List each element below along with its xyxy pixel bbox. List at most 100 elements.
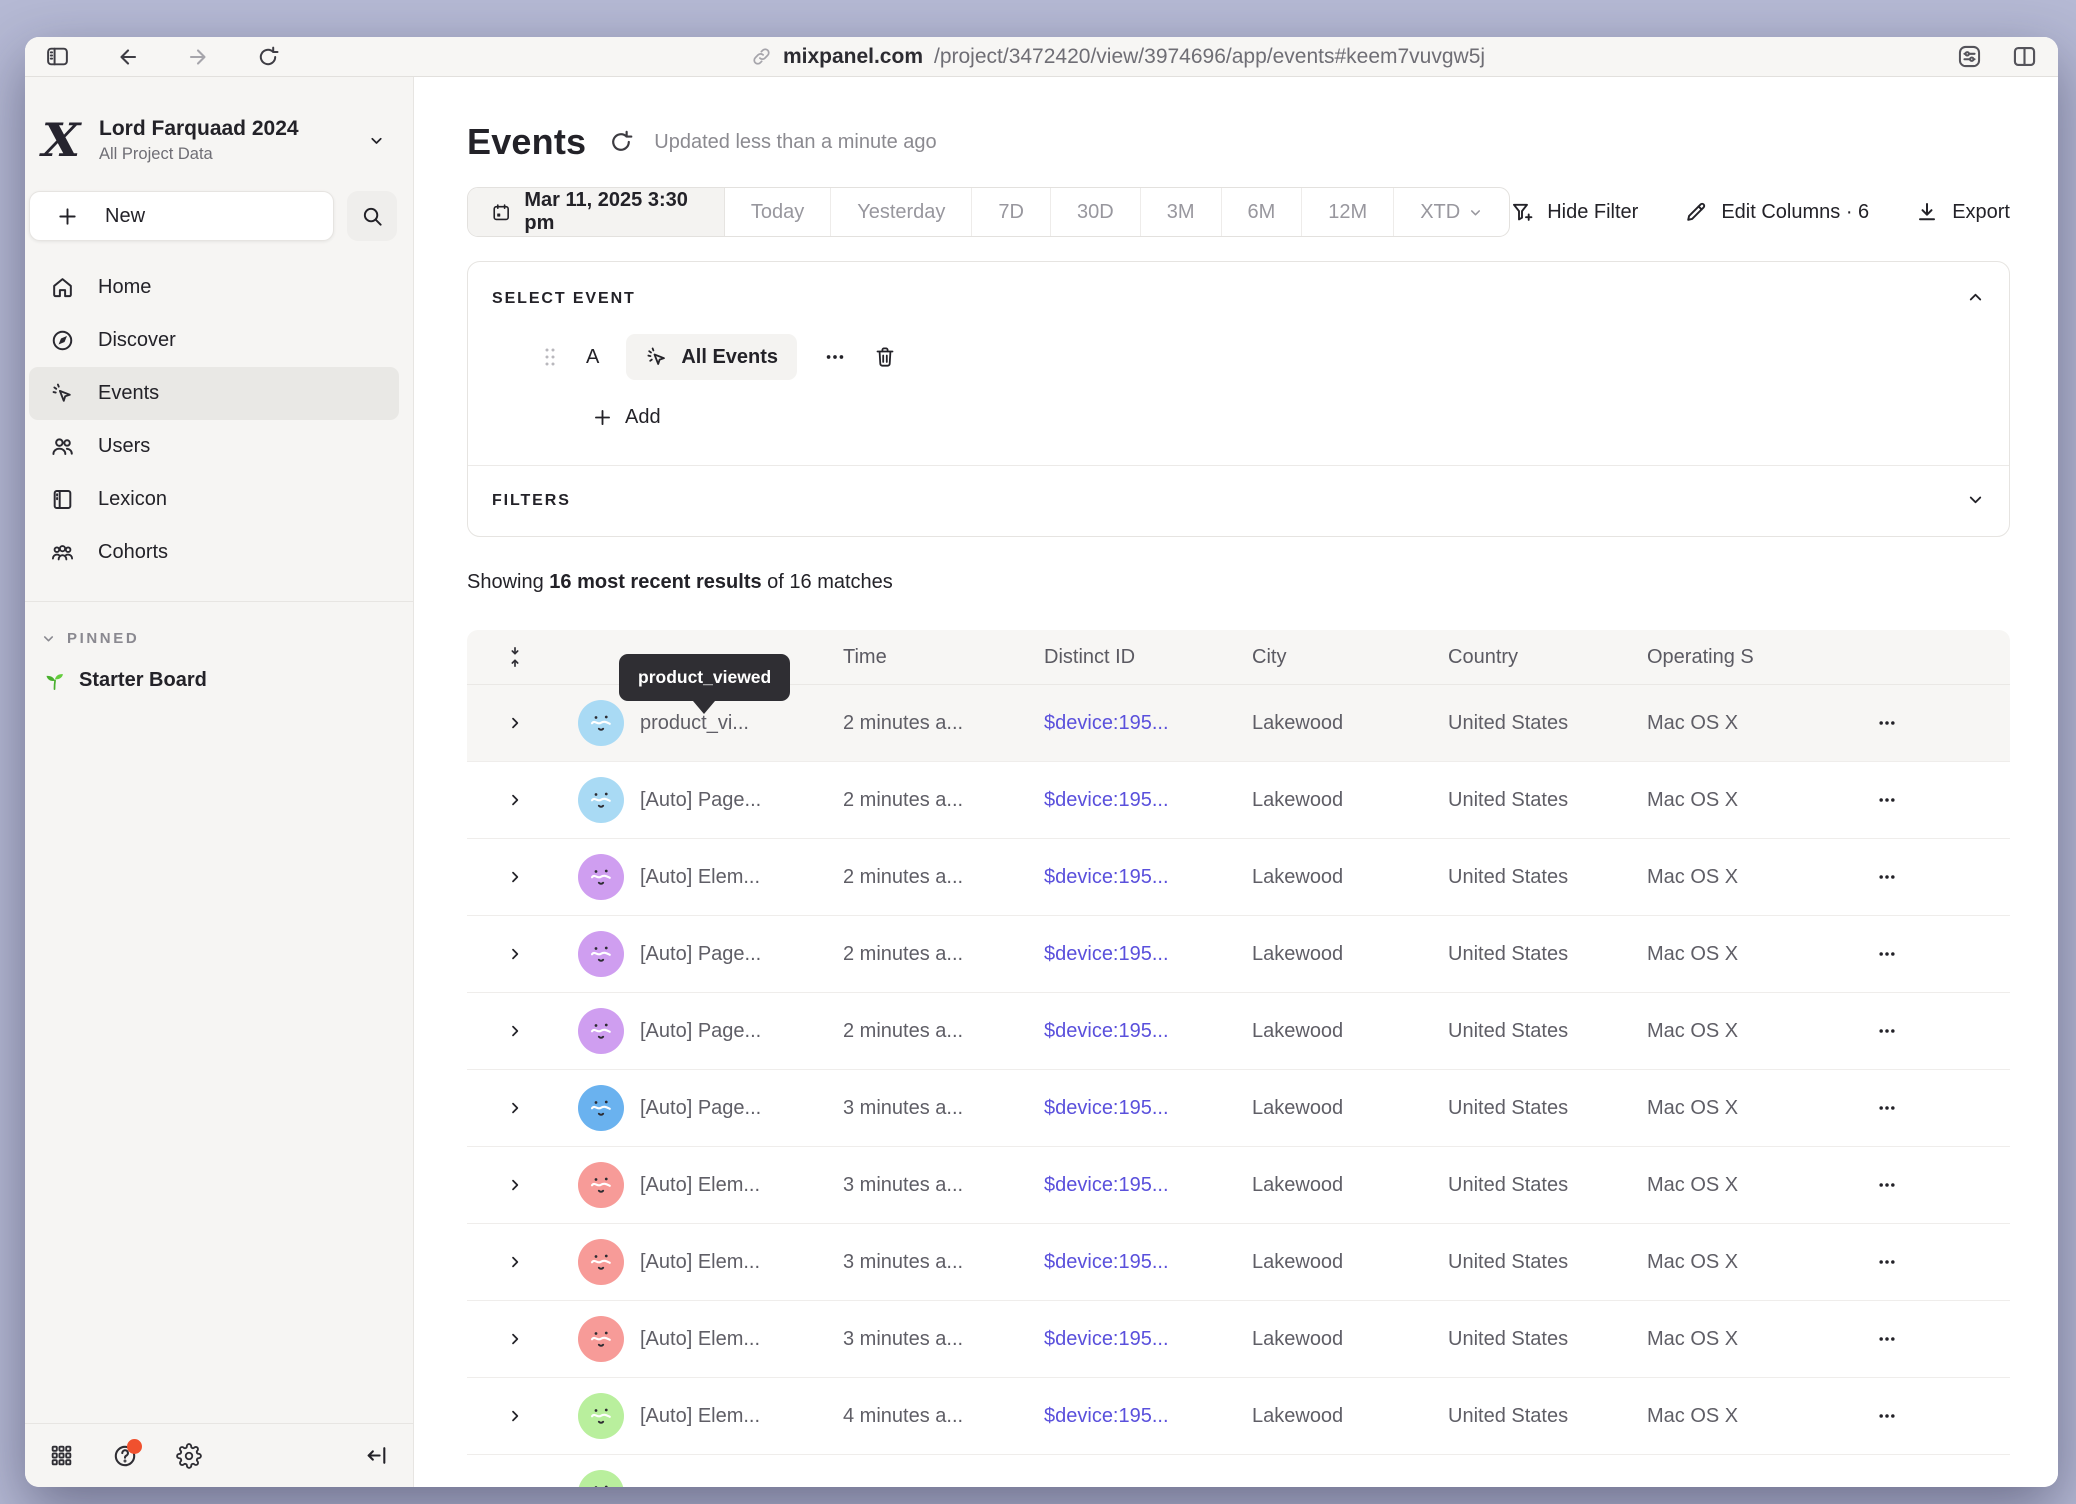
distinct-id-link[interactable]: $device:195... (1044, 1020, 1252, 1043)
collapse-section-icon[interactable] (1966, 288, 1985, 307)
range-7d[interactable]: 7D (971, 188, 1050, 236)
page-settings-icon[interactable] (1956, 43, 1983, 70)
row-more-options-icon[interactable] (1847, 1329, 2010, 1349)
browser-toolbar: mixpanel.com/project/3472420/view/397469… (25, 37, 2058, 77)
sidebar-item-home[interactable]: Home (29, 261, 399, 314)
sidebar-toggle-icon[interactable] (45, 44, 70, 69)
os-cell: Mac OS X (1647, 866, 1847, 889)
expand-row-icon[interactable] (507, 1177, 523, 1193)
event-name-cell: [Auto] Elem... (640, 1174, 843, 1197)
range-xtd[interactable]: XTD (1393, 188, 1509, 236)
search-button[interactable] (347, 191, 397, 241)
expand-row-icon[interactable] (507, 1408, 523, 1424)
sidebar: X Lord Farquaad 2024 All Project Data Ne… (25, 77, 414, 1487)
expand-row-icon[interactable] (507, 1331, 523, 1347)
split-view-icon[interactable] (2011, 43, 2038, 70)
distinct-id-link[interactable]: $device:195... (1044, 1251, 1252, 1274)
help-button[interactable] (112, 1443, 138, 1469)
date-picker[interactable]: Mar 11, 2025 3:30 pm (468, 188, 725, 236)
pinned-section-header[interactable]: PINNED (25, 602, 413, 653)
expand-row-icon[interactable] (507, 715, 523, 731)
os-cell: Mac OS X (1647, 789, 1847, 812)
project-selector[interactable]: X Lord Farquaad 2024 All Project Data (25, 77, 413, 189)
new-button[interactable]: New (29, 191, 334, 241)
time-cell: 3 minutes a... (843, 1251, 1044, 1274)
row-more-options-icon[interactable] (1847, 713, 2010, 733)
sidebar-item-label: Home (98, 276, 151, 299)
expand-row-icon[interactable] (507, 792, 523, 808)
range-12m[interactable]: 12M (1301, 188, 1393, 236)
refresh-icon[interactable] (608, 129, 634, 155)
range-today[interactable]: Today (725, 188, 830, 236)
sidebar-item-discover[interactable]: Discover (29, 314, 399, 367)
export-button[interactable]: Export (1915, 200, 2010, 224)
sidebar-item-events[interactable]: Events (29, 367, 399, 420)
reload-icon[interactable] (256, 45, 280, 69)
delete-icon[interactable] (873, 345, 897, 369)
download-icon (1915, 200, 1939, 224)
row-more-options-icon[interactable] (1847, 944, 2010, 964)
apps-grid-icon[interactable] (49, 1443, 74, 1468)
row-more-options-icon[interactable] (1847, 1175, 2010, 1195)
distinct-id-link[interactable]: $device:195... (1044, 1328, 1252, 1351)
range-6m[interactable]: 6M (1221, 188, 1302, 236)
distinct-id-link[interactable]: $device:195... (1044, 1405, 1252, 1428)
chevron-down-icon[interactable] (368, 132, 385, 149)
expand-row-icon[interactable] (507, 869, 523, 885)
event-query-row: A All Events (541, 334, 1985, 380)
more-options-icon[interactable] (824, 346, 846, 368)
notification-dot (127, 1439, 142, 1454)
column-header-time: Time (843, 646, 1044, 669)
range-3m[interactable]: 3M (1140, 188, 1221, 236)
distinct-id-link[interactable]: $device:195... (1044, 943, 1252, 966)
os-cell: Mac OS X (1647, 1020, 1847, 1043)
row-more-options-icon[interactable] (1847, 1252, 2010, 1272)
edit-columns-button[interactable]: Edit Columns · 6 (1684, 200, 1869, 224)
row-more-options-icon[interactable] (1847, 867, 2010, 887)
expand-row-icon[interactable] (507, 1100, 523, 1116)
range-yesterday[interactable]: Yesterday (830, 188, 971, 236)
url-path: /project/3472420/view/3974696/app/events… (934, 45, 1485, 69)
event-name-tooltip: product_viewed (619, 654, 790, 701)
sidebar-item-lexicon[interactable]: Lexicon (29, 473, 399, 526)
time-cell: 2 minutes a... (843, 789, 1044, 812)
home-icon (50, 275, 75, 300)
hide-filter-button[interactable]: Hide Filter (1510, 200, 1638, 224)
sidebar-item-cohorts[interactable]: Cohorts (29, 526, 399, 579)
row-more-options-icon[interactable] (1847, 790, 2010, 810)
sidebar-item-starter-board[interactable]: Starter Board (25, 653, 413, 708)
collapse-rows-icon[interactable] (505, 645, 525, 669)
row-more-options-icon[interactable] (1847, 1406, 2010, 1426)
cohorts-icon (50, 540, 75, 565)
collapse-sidebar-icon[interactable] (364, 1443, 389, 1468)
expand-row-icon[interactable] (507, 1023, 523, 1039)
sidebar-item-users[interactable]: Users (29, 420, 399, 473)
sidebar-item-label: Events (98, 382, 159, 405)
expand-row-icon[interactable] (507, 1485, 523, 1487)
row-more-options-icon[interactable] (1847, 1483, 2010, 1487)
add-event-button[interactable]: Add (592, 406, 1985, 429)
distinct-id-link[interactable]: $device:195... (1044, 712, 1252, 735)
distinct-id-link[interactable]: $device:195... (1044, 789, 1252, 812)
distinct-id-link[interactable]: $device:195... (1044, 1174, 1252, 1197)
url-bar[interactable]: mixpanel.com/project/3472420/view/397469… (280, 45, 1956, 69)
event-avatar (578, 854, 624, 900)
date-range-control: Mar 11, 2025 3:30 pm Today Yesterday 7D … (467, 187, 1510, 237)
event-avatar (578, 1162, 624, 1208)
row-more-options-icon[interactable] (1847, 1021, 2010, 1041)
settings-gear-icon[interactable] (176, 1443, 202, 1469)
country-cell: United States (1448, 1097, 1647, 1120)
expand-section-icon[interactable] (1966, 490, 1985, 509)
expand-row-icon[interactable] (507, 946, 523, 962)
drag-handle-icon[interactable] (541, 346, 559, 368)
forward-icon[interactable] (186, 45, 210, 69)
time-cell: 3 minutes a... (843, 1328, 1044, 1351)
distinct-id-link[interactable]: $device:195... (1044, 1097, 1252, 1120)
distinct-id-link[interactable]: $device:195... (1044, 866, 1252, 889)
event-selector-chip[interactable]: All Events (626, 334, 797, 380)
range-30d[interactable]: 30D (1050, 188, 1140, 236)
expand-row-icon[interactable] (507, 1254, 523, 1270)
back-icon[interactable] (116, 45, 140, 69)
row-more-options-icon[interactable] (1847, 1098, 2010, 1118)
city-cell: Lakewood (1252, 1328, 1448, 1351)
